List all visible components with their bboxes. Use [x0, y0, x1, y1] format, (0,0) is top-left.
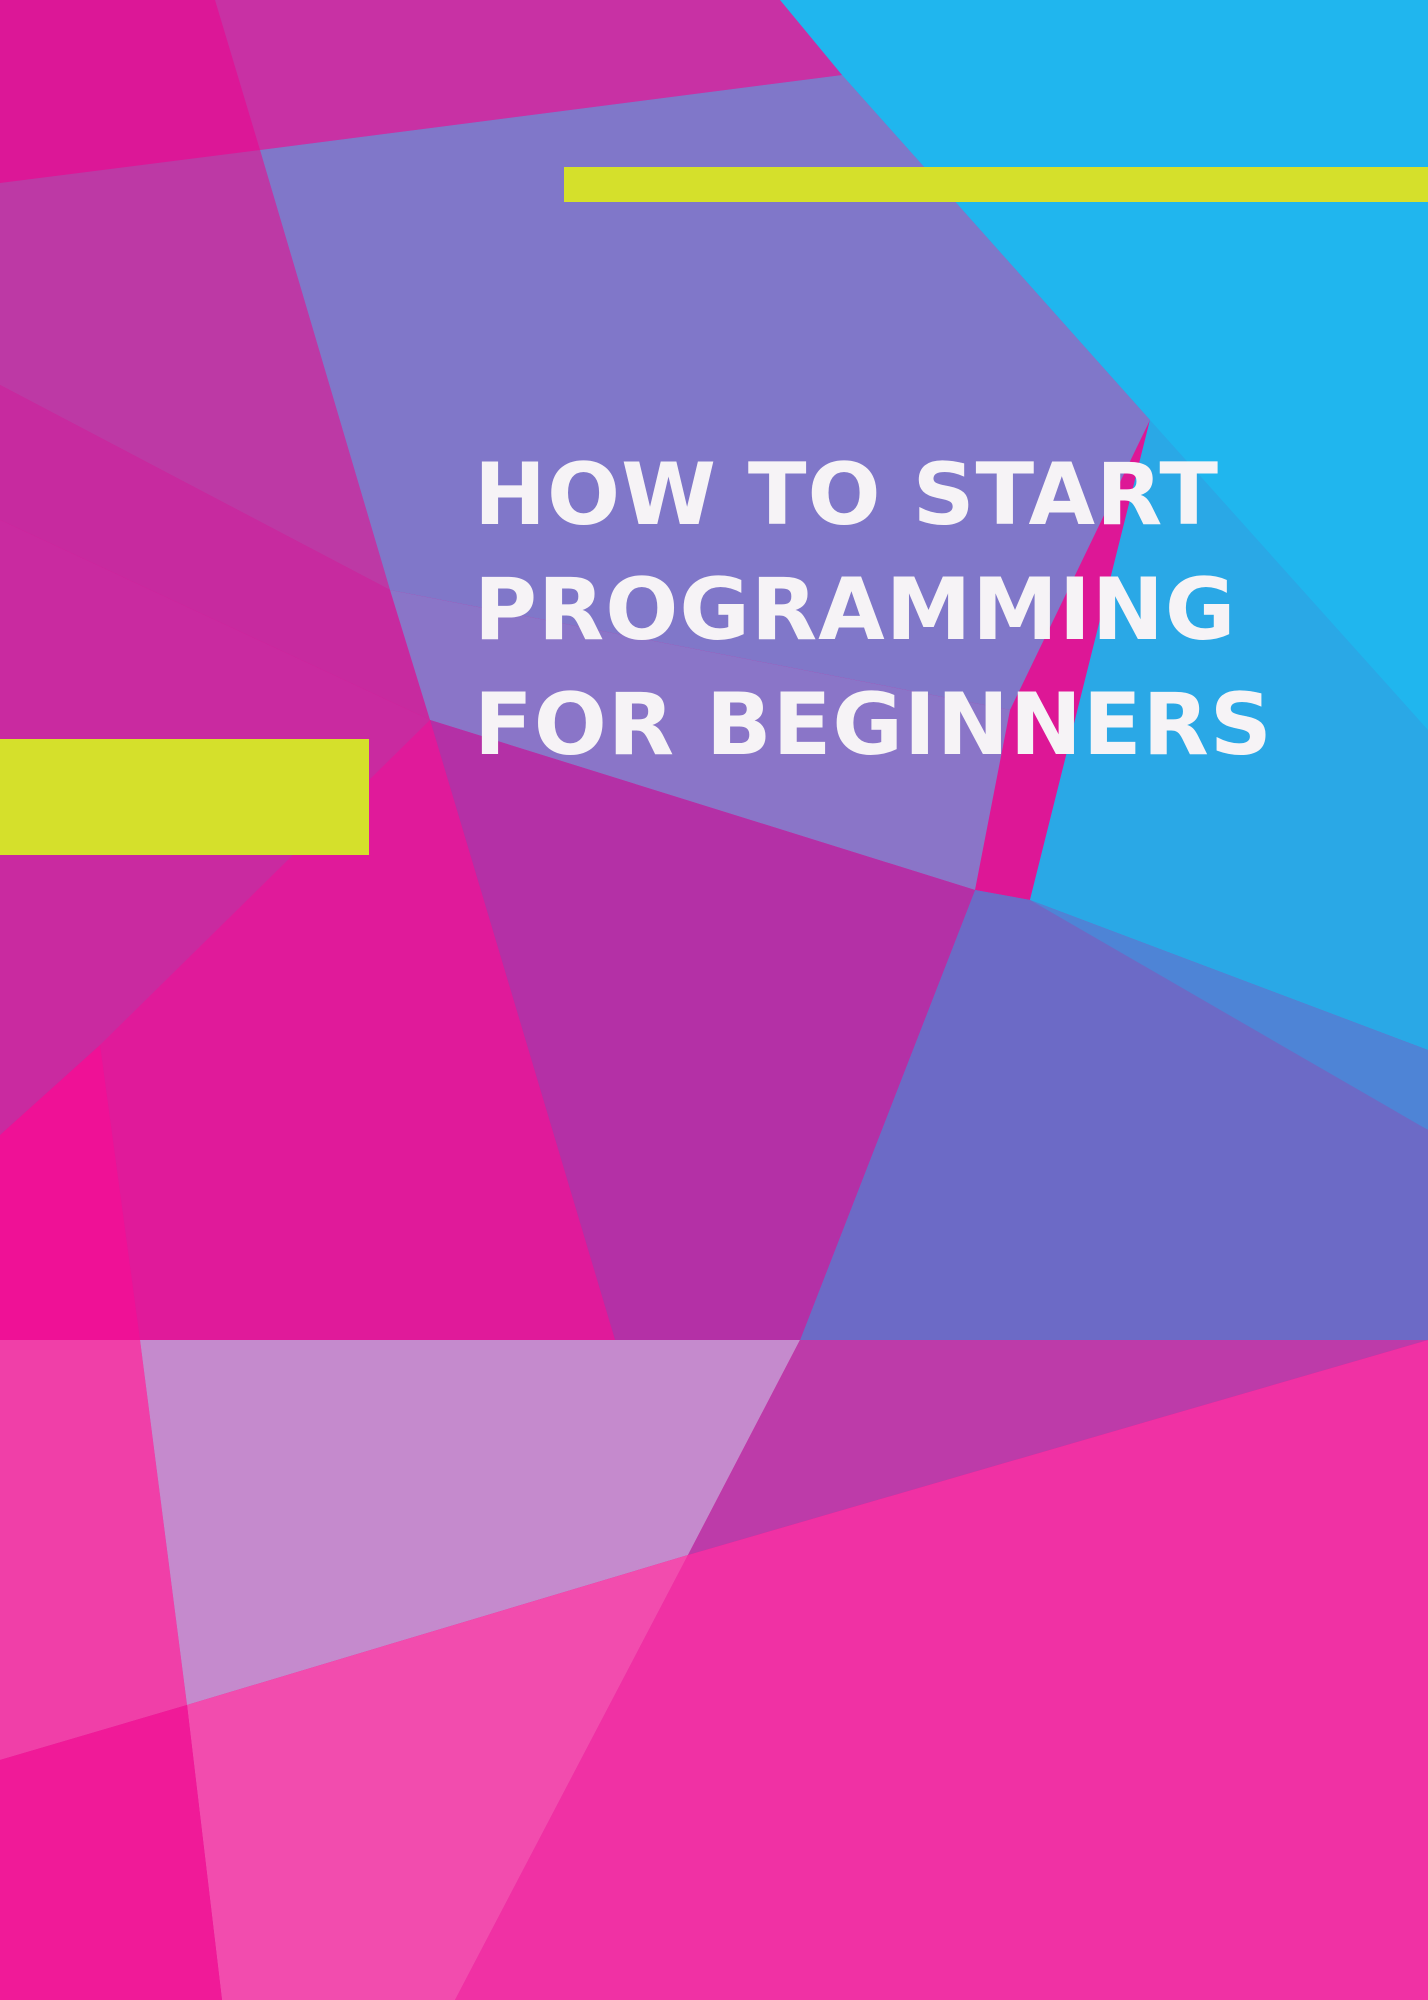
title-line-3: FOR BEGINNERS	[474, 675, 1273, 775]
title-line-1: HOW TO START	[474, 445, 1220, 545]
cover-page: HOW TO START PROGRAMMING FOR BEGINNERS	[0, 0, 1428, 2000]
geometric-background	[0, 0, 1428, 2000]
accent-bar-top	[564, 167, 1428, 202]
title-line-2: PROGRAMMING	[474, 560, 1237, 660]
accent-bar-left	[0, 739, 369, 855]
cover-title: HOW TO START PROGRAMMING FOR BEGINNERS	[474, 438, 1374, 783]
